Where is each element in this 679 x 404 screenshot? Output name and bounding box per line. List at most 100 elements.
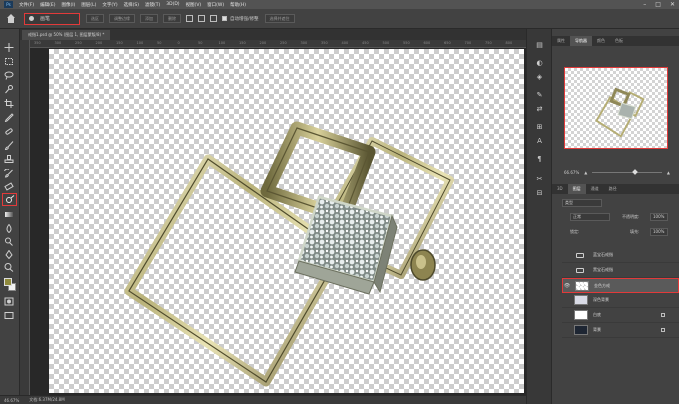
layer-row-5[interactable]: 白底 xyxy=(562,308,679,323)
menu-help[interactable]: 帮助(H) xyxy=(230,2,246,8)
paths-panel-icon[interactable]: ⇄ xyxy=(535,105,544,114)
layer-thumbnail xyxy=(574,325,588,335)
ruler-tick-label: 350 xyxy=(321,41,328,45)
tab-color[interactable]: 颜色 xyxy=(592,36,610,46)
eyedropper-tool-icon[interactable] xyxy=(4,113,14,122)
auto-enhance-checkbox[interactable] xyxy=(222,16,227,21)
minimize-button[interactable]: – xyxy=(643,1,646,8)
menu-layer[interactable]: 图层(L) xyxy=(81,2,96,8)
select-and-mask-button[interactable]: 选择并遮住 xyxy=(264,14,295,23)
menu-filter[interactable]: 滤镜(T) xyxy=(145,2,160,8)
healing-brush-tool-icon[interactable] xyxy=(4,127,14,136)
brush-size-icon[interactable] xyxy=(198,15,205,22)
navigator-zoom-value[interactable]: 66.67% xyxy=(564,170,579,175)
layer-name: 黑宝石戒指 xyxy=(593,267,613,272)
layer-row-group-1[interactable]: 蓝宝石戒指 xyxy=(562,248,679,263)
libraries-panel-icon[interactable]: ⊟ xyxy=(535,189,544,198)
layer-name: 背景 xyxy=(593,327,601,332)
styles-panel-icon[interactable]: ◈ xyxy=(535,73,544,82)
home-icon[interactable] xyxy=(6,13,16,24)
clone-stamp-tool-icon[interactable] xyxy=(4,155,14,164)
history-panel-icon[interactable]: ▤ xyxy=(535,41,544,50)
blur-tool-icon[interactable] xyxy=(4,224,14,233)
layer-row-selected[interactable]: 👁 金色方戒 xyxy=(562,278,679,293)
document-tab[interactable]: 戒指1.psd @ 50% (图层 1, 图层蒙版/8) * xyxy=(22,30,111,40)
close-button[interactable]: ✕ xyxy=(670,1,675,8)
selected-brush-tool-icon[interactable] xyxy=(5,195,15,204)
layer-thumbnail xyxy=(574,295,588,305)
layer-filter-kind[interactable]: 类型 xyxy=(562,199,602,207)
lasso-tool-icon[interactable] xyxy=(4,71,14,80)
document-canvas[interactable] xyxy=(49,49,524,393)
add-button[interactable]: 添加 xyxy=(140,14,158,23)
pen-tool-icon[interactable] xyxy=(4,250,14,259)
brush-tool-icon[interactable] xyxy=(4,141,14,150)
ruler-tick-label: 550 xyxy=(403,41,410,45)
fill-label: 填充: xyxy=(630,229,640,234)
dodge-tool-icon[interactable] xyxy=(4,237,14,246)
tab-3d[interactable]: 3D xyxy=(552,184,568,194)
crop-tool-icon[interactable] xyxy=(4,99,14,108)
gradient-tool-icon[interactable] xyxy=(4,210,14,219)
zoom-tool-icon[interactable] xyxy=(4,263,14,272)
ruler-tick-label: 250 xyxy=(280,41,287,45)
menu-image[interactable]: 图像(I) xyxy=(61,2,75,8)
menu-window[interactable]: 窗口(W) xyxy=(207,2,224,8)
status-bar: 46.67% 文档:6.37M/24.8M xyxy=(0,395,526,404)
eraser-tool-icon[interactable] xyxy=(4,182,14,191)
ruler-tick-label: 50 xyxy=(198,41,203,45)
zoom-in-icon[interactable]: ▲ xyxy=(667,170,670,175)
eye-icon[interactable]: 👁 xyxy=(563,283,571,289)
tool-preset-picker[interactable]: 画笔 xyxy=(24,12,80,25)
tab-channels[interactable]: 通道 xyxy=(586,184,604,194)
settings-gear-icon[interactable] xyxy=(210,15,217,22)
history-brush-tool-icon[interactable] xyxy=(4,169,14,178)
navigator-preview[interactable] xyxy=(564,67,668,149)
marquee-tool-icon[interactable] xyxy=(4,57,14,66)
layer-row-6[interactable]: 背景 xyxy=(562,323,679,338)
menu-view[interactable]: 视图(V) xyxy=(186,2,202,8)
adjustments-panel-icon[interactable]: ◐ xyxy=(535,59,544,68)
info-panel-icon[interactable]: ⊞ xyxy=(535,123,544,132)
tool-presets-icon[interactable]: ✂ xyxy=(535,175,544,184)
ruler-tick-label: 700 xyxy=(464,41,472,45)
refine-edge-button[interactable]: 调整边缘 xyxy=(109,14,135,23)
menu-type[interactable]: 文字(Y) xyxy=(102,2,117,8)
tab-paths[interactable]: 路径 xyxy=(604,184,622,194)
sample-all-layers-icon[interactable] xyxy=(186,15,193,22)
menu-file[interactable]: 文件(F) xyxy=(19,2,34,8)
layer-row-4[interactable]: 深色背景 xyxy=(562,293,679,308)
menu-3d[interactable]: 3D(D) xyxy=(166,2,179,7)
maximize-button[interactable]: □ xyxy=(655,1,661,8)
panel-icon-strip: ▤ ◐ ◈ ✎ ⇄ ⊞ A ¶ ✂ ⊟ xyxy=(526,29,552,404)
move-tool-icon[interactable] xyxy=(4,43,14,52)
fill-input[interactable]: 100% xyxy=(650,228,668,236)
remove-button[interactable]: 删除 xyxy=(163,14,181,23)
ruler-tick-label: 800 xyxy=(505,41,513,45)
selection-button[interactable]: 选区 xyxy=(86,14,104,23)
layer-row-group-2[interactable]: 黑宝石戒指 xyxy=(562,263,679,278)
tab-properties[interactable]: 属性 xyxy=(552,36,570,46)
folder-icon xyxy=(576,267,584,273)
screen-mode-icon[interactable] xyxy=(4,311,14,320)
brush-icon xyxy=(29,16,34,21)
tab-navigator[interactable]: 导航器 xyxy=(570,36,592,46)
blend-mode-select[interactable]: 正常 xyxy=(570,213,610,221)
brush-settings-icon[interactable]: ✎ xyxy=(535,91,544,100)
menu-select[interactable]: 选择(S) xyxy=(124,2,139,8)
quick-selection-tool-icon[interactable] xyxy=(4,85,14,94)
opacity-input[interactable]: 100% xyxy=(650,213,668,221)
menu-edit[interactable]: 编辑(E) xyxy=(40,2,55,8)
zoom-slider[interactable] xyxy=(592,168,662,175)
tab-swatches[interactable]: 色板 xyxy=(610,36,628,46)
zoom-out-icon[interactable]: ▲ xyxy=(584,170,587,175)
navigator-ring-preview xyxy=(595,87,645,138)
character-panel-icon[interactable]: A xyxy=(535,137,544,146)
quick-mask-icon[interactable] xyxy=(4,297,14,306)
zoom-slider-knob[interactable] xyxy=(631,168,638,175)
foreground-color-swatch[interactable] xyxy=(4,278,12,286)
tab-layers[interactable]: 图层 xyxy=(567,184,586,194)
zoom-readout[interactable]: 46.67% xyxy=(4,398,19,403)
ruler-tick-label: 300 xyxy=(54,41,62,45)
paragraph-panel-icon[interactable]: ¶ xyxy=(535,155,544,164)
